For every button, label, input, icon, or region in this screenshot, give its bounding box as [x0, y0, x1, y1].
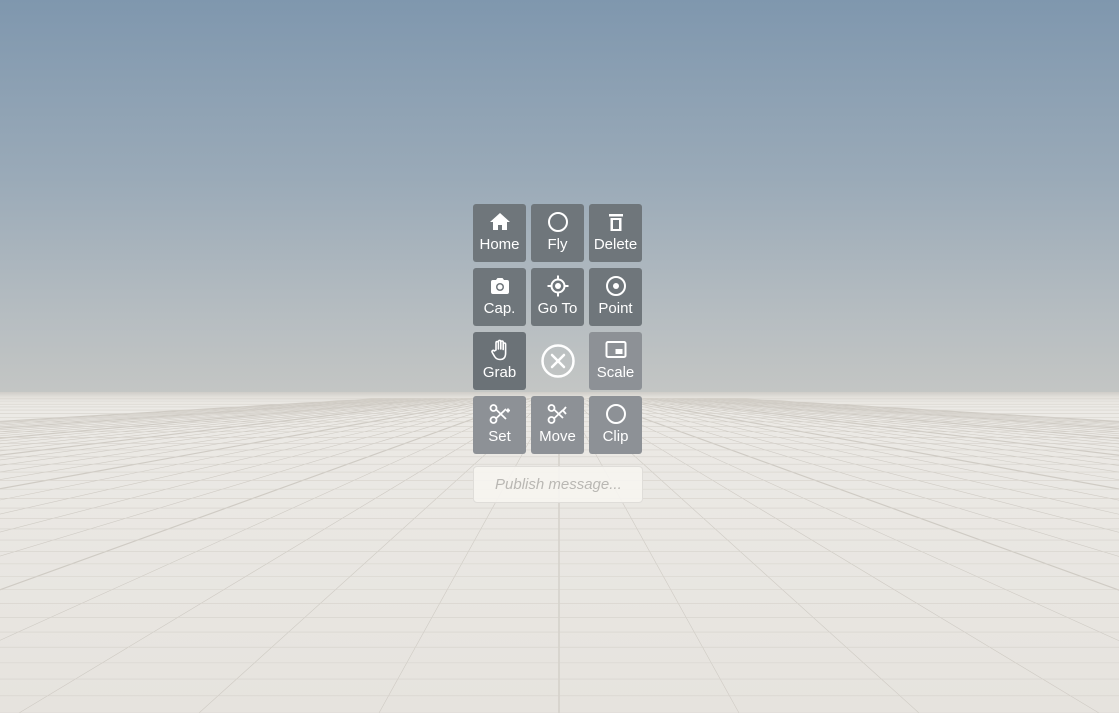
grid-line — [0, 395, 456, 427]
grid-line — [0, 395, 440, 423]
grid-line — [590, 395, 1119, 515]
close-circle-icon — [540, 344, 575, 378]
capture-button[interactable]: Cap. — [473, 268, 526, 326]
go-to-label: Go To — [537, 300, 578, 317]
camera-icon — [490, 278, 509, 294]
grid-line — [0, 395, 520, 490]
grid-line — [678, 395, 1119, 423]
home-label: Home — [479, 236, 520, 253]
set-label: Set — [488, 428, 511, 445]
grid-line — [0, 395, 536, 557]
close-menu-button[interactable] — [531, 332, 584, 390]
home-button[interactable]: Home — [473, 204, 526, 262]
scissors-arrow-icon — [547, 404, 567, 424]
grid-line — [0, 395, 528, 515]
grid-line — [654, 395, 1119, 431]
fly-label: Fly — [547, 236, 568, 253]
grid-line — [662, 395, 1119, 427]
move-label: Move — [539, 428, 576, 445]
grid-line — [0, 395, 460, 429]
grab-button[interactable]: Grab — [473, 332, 526, 390]
circle-icon — [547, 212, 568, 232]
point-button[interactable]: Point — [589, 268, 642, 326]
home-icon — [489, 213, 510, 230]
clip-label: Clip — [602, 428, 629, 445]
grid-line — [0, 395, 524, 501]
grid-line — [646, 395, 1119, 435]
publish-message-input[interactable] — [473, 466, 643, 503]
scale-label: Scale — [596, 364, 635, 381]
crosshair-icon — [547, 275, 568, 297]
target-icon — [605, 276, 626, 296]
grid-line — [0, 395, 532, 533]
grid-line — [622, 395, 1119, 452]
point-label: Point — [598, 300, 633, 317]
grid-line — [598, 395, 1119, 490]
grid-line — [578, 395, 1119, 591]
grid-line — [0, 395, 540, 591]
set-button[interactable]: Set — [473, 396, 526, 454]
delete-button[interactable]: Delete — [589, 204, 642, 262]
grid-line — [0, 395, 544, 641]
tool-grid: Home Fly Delete Cap. Go To Point Grab Sc… — [473, 204, 643, 454]
grab-label: Grab — [482, 364, 517, 381]
grid-line — [574, 395, 1119, 642]
circle-icon — [605, 404, 626, 424]
capture-label: Cap. — [483, 300, 516, 317]
radial-tool-menu: Home Fly Delete Cap. Go To Point Grab Sc… — [473, 204, 643, 503]
grid-line — [582, 395, 1119, 557]
grid-line — [594, 395, 1119, 501]
grid-line — [0, 395, 496, 452]
scissors-plus-icon — [489, 404, 510, 424]
grid-line — [0, 395, 464, 431]
grid-line — [658, 395, 1119, 429]
clip-button[interactable]: Clip — [589, 396, 642, 454]
move-button[interactable]: Move — [531, 396, 584, 454]
grid-line — [586, 395, 1119, 533]
fly-button[interactable]: Fly — [531, 204, 584, 262]
delete-label: Delete — [593, 236, 638, 253]
go-to-button[interactable]: Go To — [531, 268, 584, 326]
picture-in-picture-icon — [605, 341, 626, 358]
grid-line — [650, 395, 1119, 433]
hand-icon — [490, 339, 506, 361]
scale-button[interactable]: Scale — [589, 332, 642, 390]
trash-icon — [608, 214, 623, 231]
